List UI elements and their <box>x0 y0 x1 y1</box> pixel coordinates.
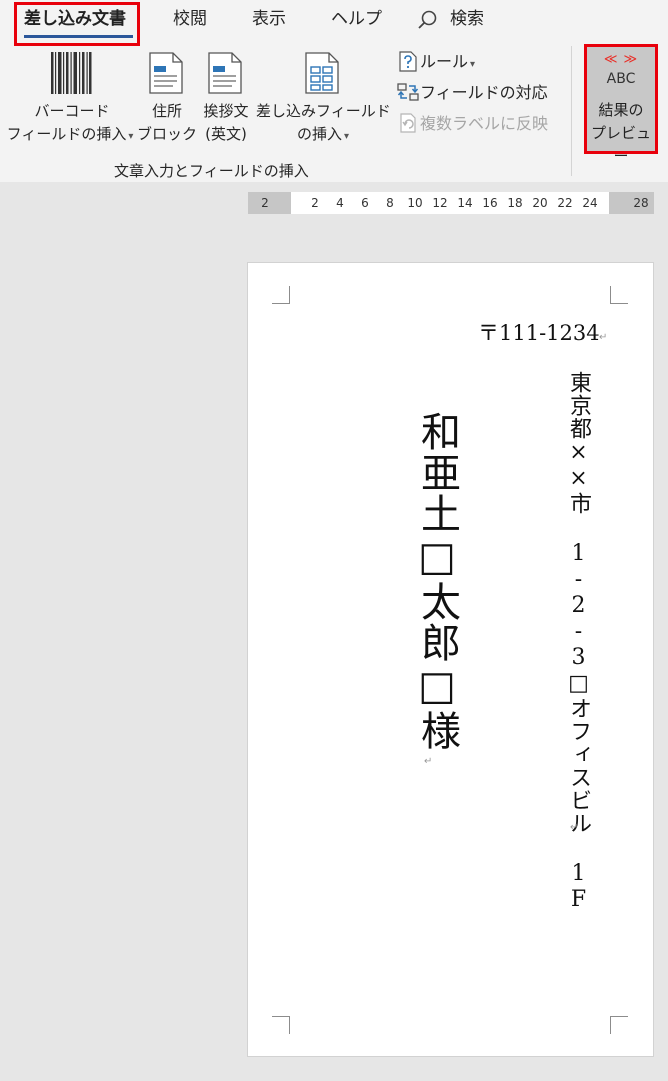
address-block-label-line2: ブロック <box>136 125 197 143</box>
ruler-tick: 2 <box>261 196 269 210</box>
greeting-label-line1: 挨拶文 <box>203 102 249 120</box>
postal-code[interactable]: 〒111-1234 <box>478 319 600 347</box>
dropdown-caret-icon: ▾ <box>470 59 476 70</box>
dropdown-caret-icon: ▾ <box>128 131 134 142</box>
greeting-line-icon <box>208 52 242 94</box>
tab-view[interactable]: 表示 <box>252 7 286 31</box>
paragraph-mark: ↵ <box>570 822 579 833</box>
paragraph-mark: ↵ <box>424 756 433 767</box>
margin-corner-mark <box>272 286 290 304</box>
barcode-label-line2: フィールドの挿入 <box>6 125 127 143</box>
tab-highlight-box <box>14 2 140 46</box>
address-block-label-line1: 住所 <box>151 102 182 120</box>
match-fields-icon <box>397 83 419 101</box>
search-icon[interactable] <box>416 9 438 31</box>
document-page[interactable]: 〒111-1234 ↵ 東京都××市 1-2-3□オフィスビル 1F ↵ 和亜土… <box>248 263 653 1056</box>
barcode-icon <box>51 52 92 94</box>
update-labels-button[interactable]: 複数ラベルに反映 <box>397 112 548 135</box>
paragraph-mark: ↵ <box>599 332 608 343</box>
margin-corner-mark <box>272 1016 290 1034</box>
tab-help[interactable]: ヘルプ <box>331 7 382 31</box>
match-fields-label: フィールドの対応 <box>420 83 548 102</box>
group-separator <box>571 46 572 176</box>
search-label[interactable]: 検索 <box>450 7 484 31</box>
group-label-write-insert-fields: 文章入力とフィールドの挿入 <box>114 162 309 180</box>
ruler-tick: 24 <box>582 196 598 210</box>
merge-field-label-line2-wrap: の挿入 ▾ <box>280 123 366 148</box>
margin-corner-mark <box>610 1016 628 1034</box>
barcode-label-line1: バーコード <box>34 102 110 120</box>
recipient-name[interactable]: 和亜土□太郎□様 <box>414 411 460 751</box>
update-labels-label: 複数ラベルに反映 <box>420 114 549 133</box>
horizontal-ruler[interactable]: 2 2 4 6 8 10 12 14 16 18 20 22 24 28 <box>248 192 654 214</box>
greeting-label-line2: (英文) <box>205 125 247 143</box>
ruler-tick: 28 <box>633 196 649 210</box>
rules-icon <box>399 51 417 72</box>
preview-highlight-box <box>584 44 658 154</box>
match-fields-button[interactable]: フィールドの対応 <box>397 81 548 104</box>
dropdown-caret-icon: ▾ <box>343 131 350 142</box>
tab-review[interactable]: 校閲 <box>173 7 207 31</box>
rules-button[interactable]: ルール ▾ <box>397 50 475 76</box>
ribbon-tab-bar: 差し込み文書 校閲 表示 ヘルプ 検索 <box>0 0 668 46</box>
merge-field-label-line1: 差し込みフィールド <box>256 102 391 120</box>
barcode-label-line2-wrap: フィールドの挿入 ▾ <box>4 123 136 148</box>
update-labels-icon <box>400 113 416 133</box>
rules-label: ルール <box>420 52 469 71</box>
merge-field-label-line2: の挿入 <box>296 125 342 143</box>
merge-field-icon <box>305 52 339 94</box>
ribbon: 差し込み文書 校閲 表示 ヘルプ 検索 バーコード フィールドの挿入 ▾ 住所 … <box>0 0 668 182</box>
address-block-icon <box>149 52 183 94</box>
margin-corner-mark <box>610 286 628 304</box>
